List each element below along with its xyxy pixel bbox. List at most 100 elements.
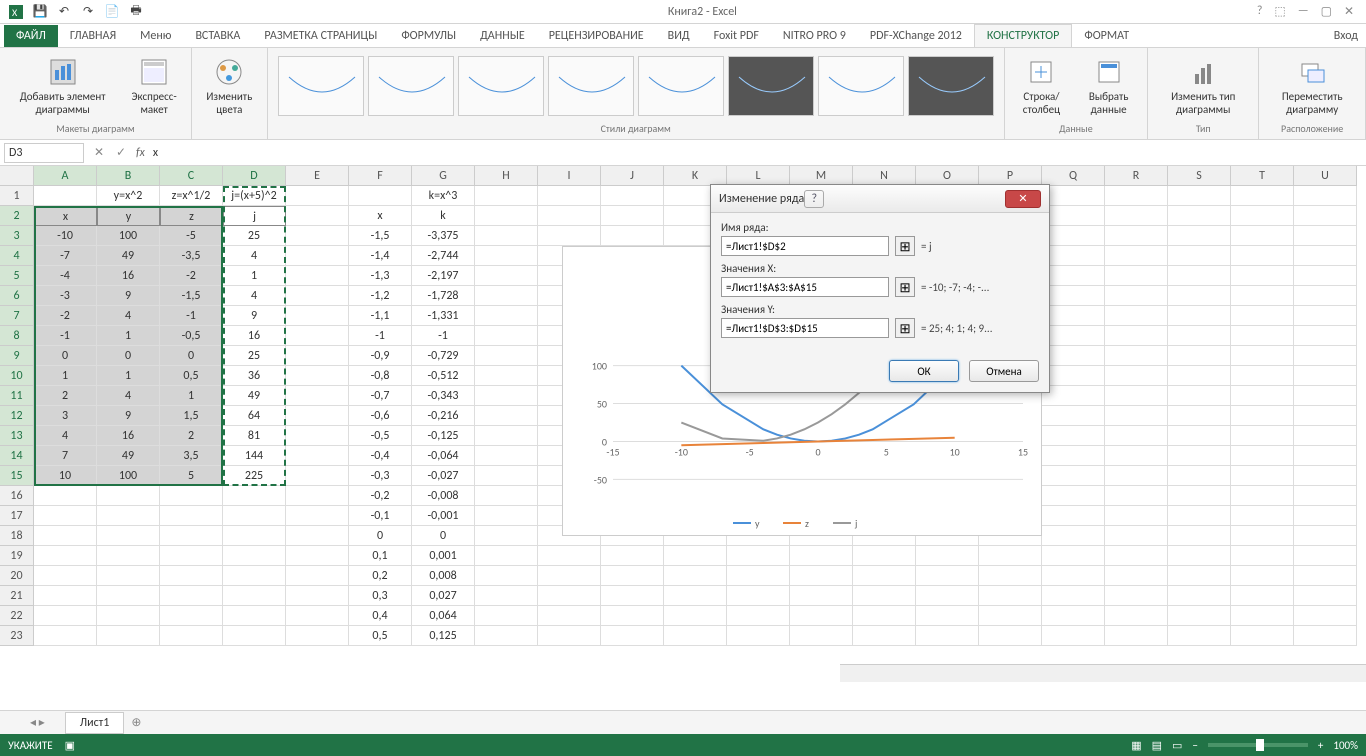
cell[interactable]: [1231, 526, 1294, 546]
tab-pagelayout[interactable]: РАЗМЕТКА СТРАНИЦЫ: [252, 25, 389, 47]
cell[interactable]: 100: [97, 466, 160, 486]
cell[interactable]: [601, 186, 664, 206]
cell[interactable]: [1168, 406, 1231, 426]
cell[interactable]: [1231, 326, 1294, 346]
help-icon[interactable]: ?: [1257, 4, 1263, 19]
row-header[interactable]: 23: [0, 626, 34, 646]
cell[interactable]: [916, 546, 979, 566]
style-thumb[interactable]: [728, 56, 814, 116]
cell[interactable]: [286, 346, 349, 366]
row-header[interactable]: 18: [0, 526, 34, 546]
cell[interactable]: [1168, 486, 1231, 506]
cell[interactable]: [979, 586, 1042, 606]
zoom-out-icon[interactable]: −: [1192, 739, 1197, 752]
column-header[interactable]: T: [1231, 166, 1294, 186]
cell[interactable]: z=x^1/2: [160, 186, 223, 206]
cell[interactable]: -0,6: [349, 406, 412, 426]
save-icon[interactable]: 💾: [28, 2, 52, 22]
macro-record-icon[interactable]: ▣: [65, 739, 75, 752]
cell[interactable]: [853, 586, 916, 606]
tab-review[interactable]: РЕЦЕНЗИРОВАНИЕ: [537, 25, 656, 47]
cell[interactable]: [286, 266, 349, 286]
cell[interactable]: [1231, 186, 1294, 206]
cell[interactable]: [475, 386, 538, 406]
cell[interactable]: [601, 566, 664, 586]
cell[interactable]: [286, 206, 349, 226]
cell[interactable]: [1294, 286, 1357, 306]
cell[interactable]: -2: [160, 266, 223, 286]
row-header[interactable]: 20: [0, 566, 34, 586]
cell[interactable]: [1294, 626, 1357, 646]
cell[interactable]: [475, 486, 538, 506]
cell[interactable]: [1168, 606, 1231, 626]
cell[interactable]: [34, 626, 97, 646]
cell[interactable]: [160, 486, 223, 506]
cell[interactable]: 144: [223, 446, 286, 466]
cell[interactable]: [601, 606, 664, 626]
cell[interactable]: [1231, 406, 1294, 426]
row-header[interactable]: 19: [0, 546, 34, 566]
cell[interactable]: -0,1: [349, 506, 412, 526]
cell[interactable]: [34, 546, 97, 566]
cell[interactable]: [160, 606, 223, 626]
cell[interactable]: [475, 246, 538, 266]
cell[interactable]: [286, 426, 349, 446]
cell[interactable]: [790, 606, 853, 626]
cell[interactable]: [664, 566, 727, 586]
cell[interactable]: -0,5: [349, 426, 412, 446]
cell[interactable]: [286, 286, 349, 306]
cell[interactable]: 0,064: [412, 606, 475, 626]
cell[interactable]: [1231, 206, 1294, 226]
cell[interactable]: [475, 426, 538, 446]
ribbon-toggle-icon[interactable]: ⬚: [1274, 4, 1285, 19]
cell[interactable]: y=x^2: [97, 186, 160, 206]
cell[interactable]: [1231, 486, 1294, 506]
cell[interactable]: 16: [97, 426, 160, 446]
cell[interactable]: [916, 626, 979, 646]
cell[interactable]: [475, 606, 538, 626]
cell[interactable]: -0,008: [412, 486, 475, 506]
cell[interactable]: [538, 546, 601, 566]
cell[interactable]: [1168, 206, 1231, 226]
column-header[interactable]: A: [34, 166, 97, 186]
cell[interactable]: [160, 526, 223, 546]
cell[interactable]: [286, 626, 349, 646]
print-icon[interactable]: 🖶: [124, 2, 148, 22]
cell[interactable]: -1,5: [349, 226, 412, 246]
cell[interactable]: [1294, 566, 1357, 586]
cell[interactable]: [1042, 426, 1105, 446]
row-header[interactable]: 17: [0, 506, 34, 526]
cell[interactable]: [1294, 266, 1357, 286]
cell[interactable]: [853, 546, 916, 566]
tab-home[interactable]: ГЛАВНАЯ: [58, 25, 128, 47]
cell[interactable]: [1105, 266, 1168, 286]
cell[interactable]: [286, 186, 349, 206]
cell[interactable]: [97, 506, 160, 526]
cell[interactable]: [1168, 386, 1231, 406]
cell[interactable]: [1042, 226, 1105, 246]
cell[interactable]: [286, 466, 349, 486]
tab-nitro[interactable]: NITRO PRO 9: [771, 25, 858, 47]
cell[interactable]: [475, 446, 538, 466]
cell[interactable]: -7: [34, 246, 97, 266]
cell[interactable]: [1294, 406, 1357, 426]
cell[interactable]: [1294, 606, 1357, 626]
cancel-formula-icon[interactable]: ✕: [88, 145, 110, 160]
cell[interactable]: [1042, 466, 1105, 486]
cell[interactable]: [1168, 266, 1231, 286]
cell[interactable]: -0,9: [349, 346, 412, 366]
cell[interactable]: [1105, 306, 1168, 326]
cell[interactable]: [1168, 546, 1231, 566]
column-header[interactable]: K: [664, 166, 727, 186]
restore-icon[interactable]: ▢: [1321, 4, 1332, 19]
cell[interactable]: [1168, 626, 1231, 646]
cell[interactable]: z: [160, 206, 223, 226]
cell[interactable]: -1: [34, 326, 97, 346]
cell[interactable]: [1231, 346, 1294, 366]
tab-foxit[interactable]: Foxit PDF: [702, 25, 771, 47]
cell[interactable]: [97, 626, 160, 646]
cell[interactable]: [286, 486, 349, 506]
accept-formula-icon[interactable]: ✓: [110, 145, 132, 160]
select-data-button[interactable]: Выбрать данные: [1076, 52, 1141, 120]
column-header[interactable]: P: [979, 166, 1042, 186]
